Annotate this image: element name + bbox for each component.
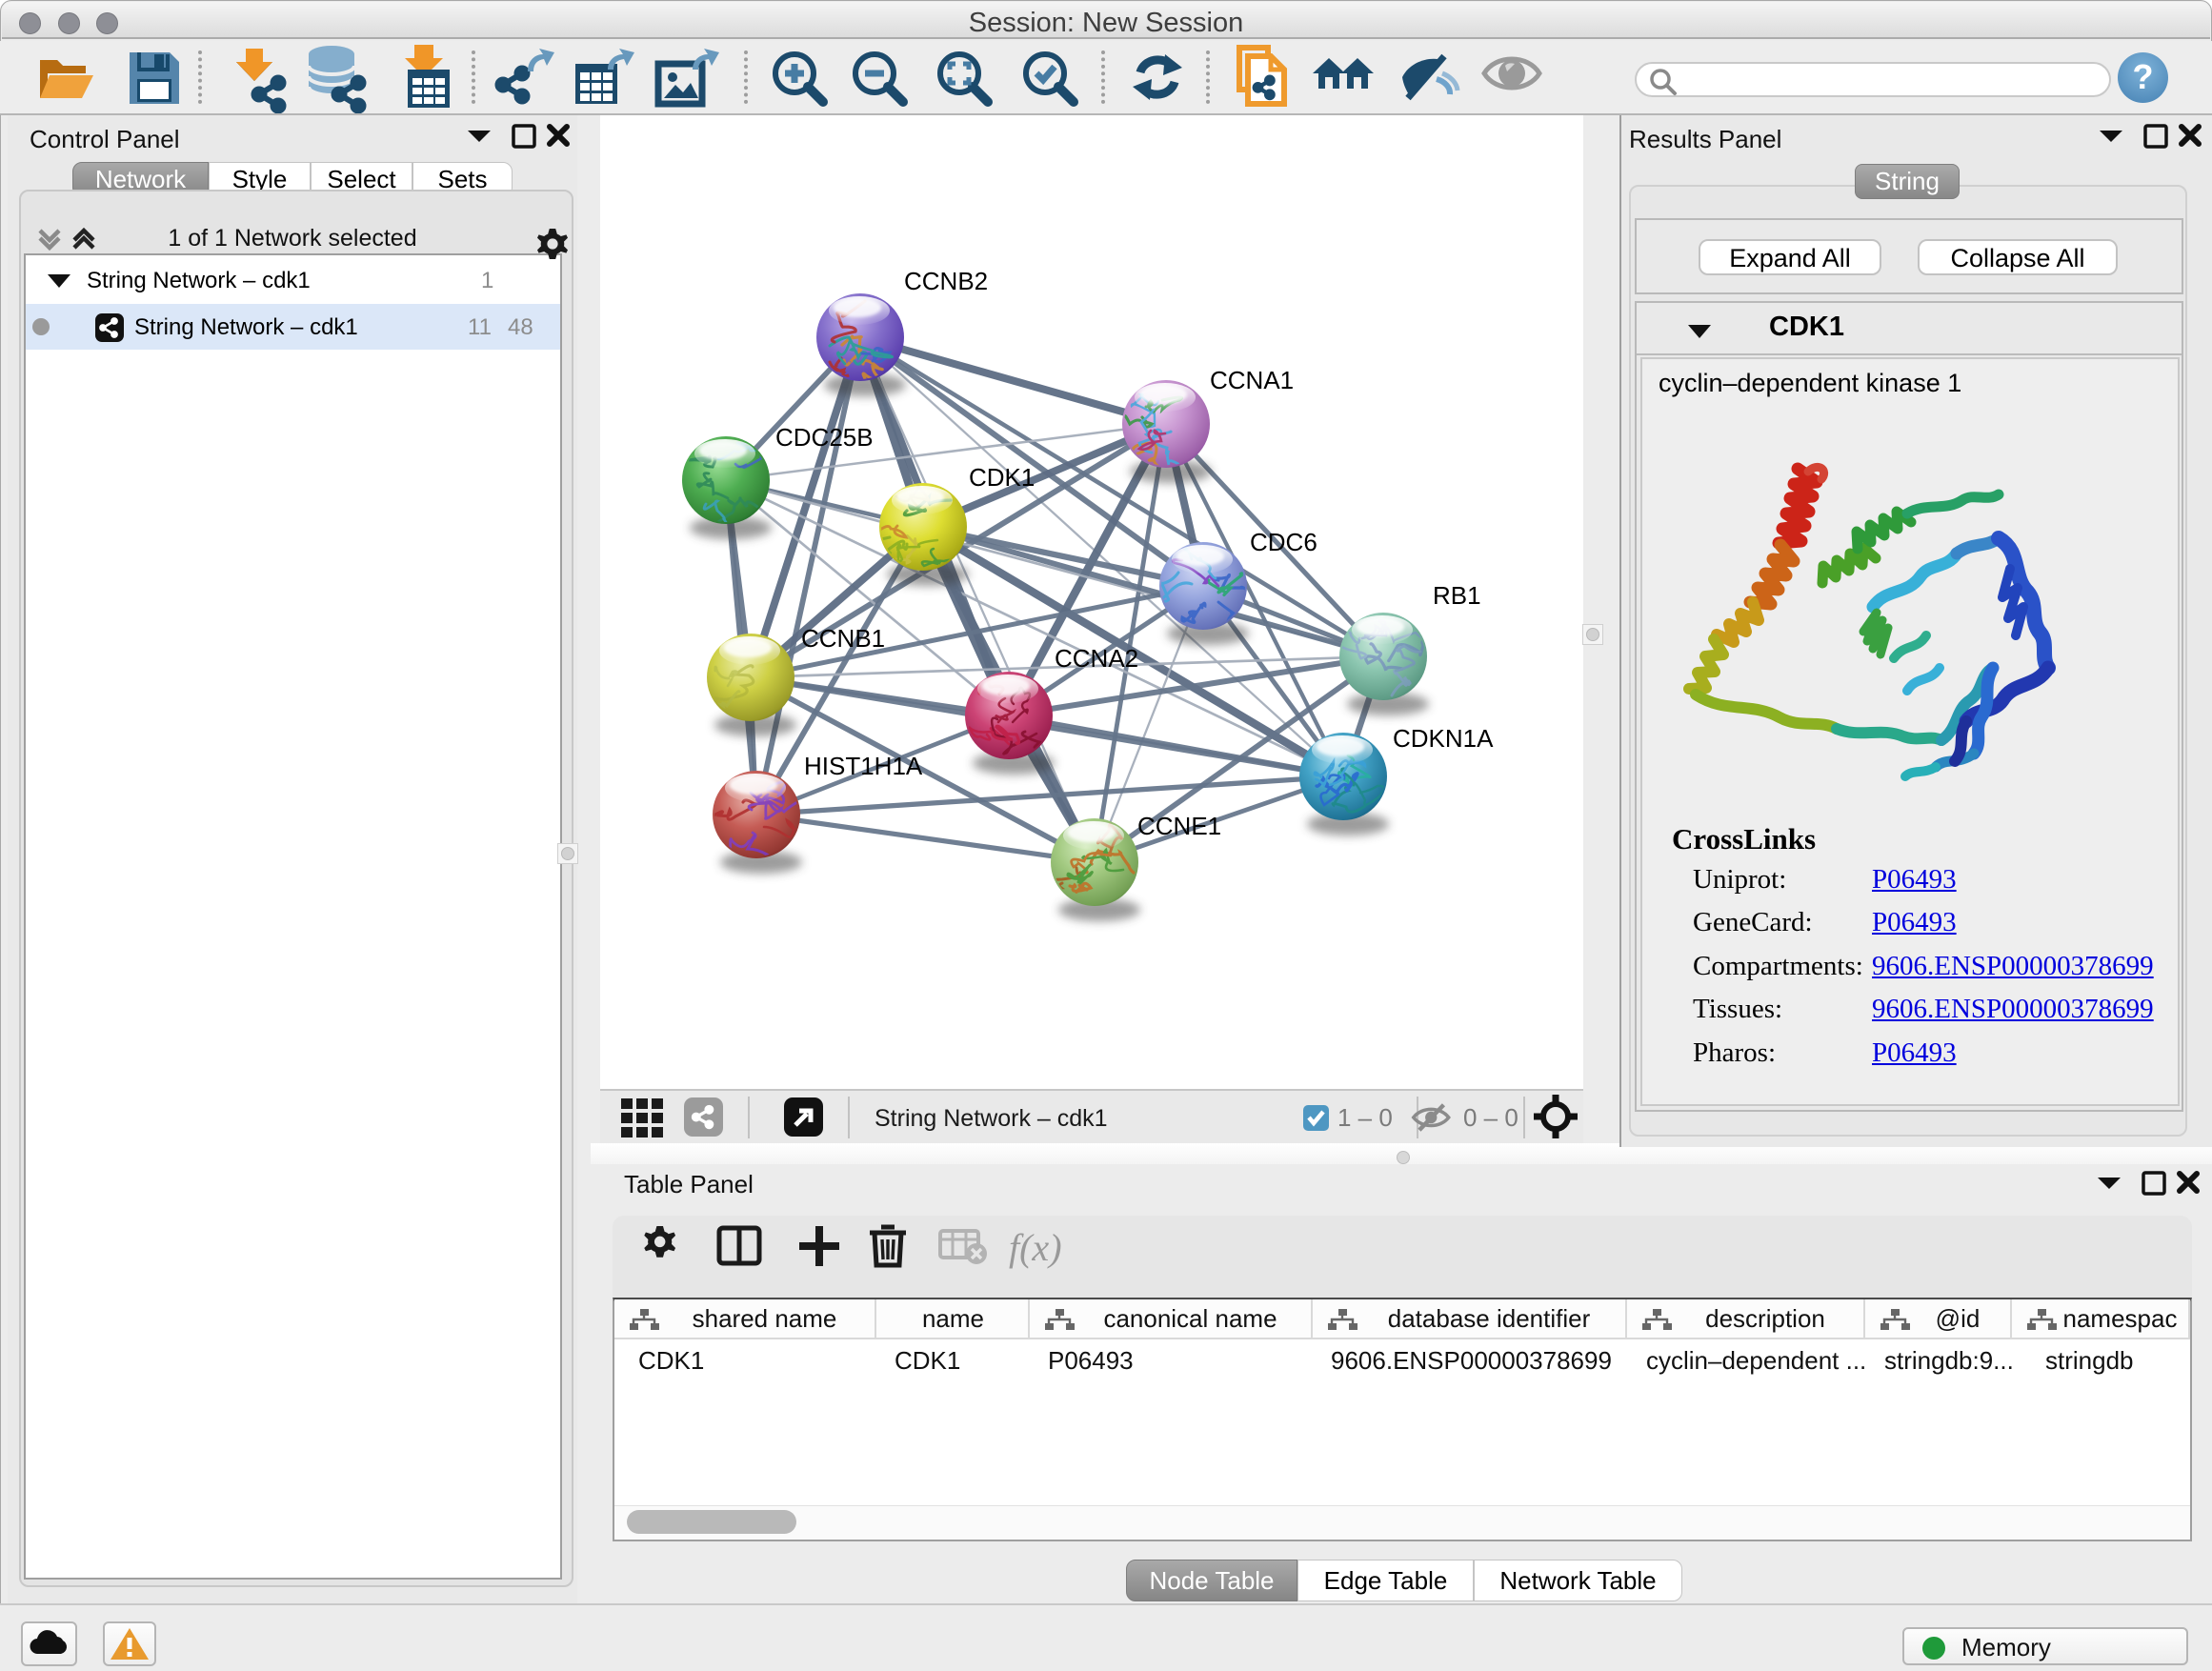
- svg-text:CCNE1: CCNE1: [1137, 812, 1221, 840]
- svg-text:HIST1H1A: HIST1H1A: [804, 752, 923, 780]
- svg-text:CCNB1: CCNB1: [801, 624, 885, 653]
- svg-text:CDKN1A: CDKN1A: [1393, 724, 1494, 753]
- svg-text:CCNA2: CCNA2: [1055, 644, 1138, 673]
- svg-text:0 – 0: 0 – 0: [1463, 1103, 1518, 1132]
- svg-text:String Network – cdk1: String Network – cdk1: [875, 1105, 1108, 1132]
- svg-text:CCNB2: CCNB2: [904, 267, 988, 295]
- svg-text:1 – 0: 1 – 0: [1337, 1103, 1393, 1132]
- svg-text:CDK1: CDK1: [969, 463, 1035, 492]
- svg-text:CDC6: CDC6: [1250, 528, 1317, 556]
- svg-text:f(x): f(x): [1009, 1226, 1062, 1269]
- svg-text:RB1: RB1: [1433, 581, 1481, 610]
- svg-text:CCNA1: CCNA1: [1210, 366, 1294, 394]
- svg-text:CDC25B: CDC25B: [775, 423, 874, 452]
